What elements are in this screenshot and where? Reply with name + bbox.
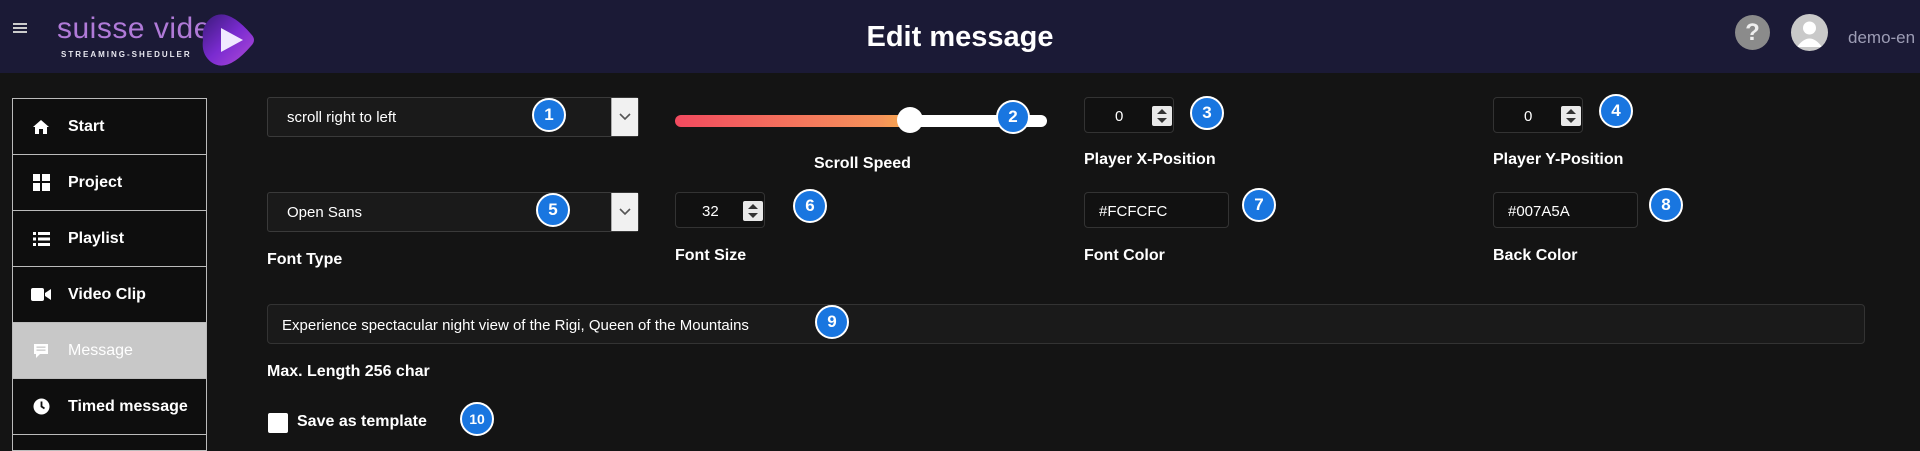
callout-badge-7: 7	[1242, 188, 1276, 222]
back-color-value: #007A5A	[1508, 203, 1570, 220]
scroll-mode-value: scroll right to left	[287, 109, 397, 126]
save-template-label[interactable]: Save as template	[297, 413, 427, 431]
user-name[interactable]: demo-en	[1848, 28, 1915, 48]
sidebar-item-label: Timed message	[68, 397, 188, 415]
font-type-value: Open Sans	[287, 204, 363, 221]
callout-badge-3: 3	[1190, 96, 1224, 130]
callout-badge-9: 9	[815, 305, 849, 339]
callout-badge-8: 8	[1649, 188, 1683, 222]
player-x-stepper-icon[interactable]	[1152, 106, 1172, 126]
help-button[interactable]: ?	[1735, 15, 1770, 50]
sidebar-item-start[interactable]: Start	[13, 99, 206, 155]
callout-badge-1: 1	[532, 98, 566, 132]
callout-badge-6: 6	[793, 189, 827, 223]
sidebar-item-label: Video Clip	[68, 285, 146, 303]
player-y-value: 0	[1524, 108, 1533, 125]
sidebar-item-message[interactable]: Message	[13, 323, 206, 379]
sidebar-item-project[interactable]: Project	[13, 155, 206, 211]
font-size-value: 32	[702, 203, 719, 220]
font-size-input[interactable]: 32	[675, 192, 765, 228]
callout-badge-5: 5	[536, 193, 570, 227]
back-color-input[interactable]: #007A5A	[1493, 192, 1638, 228]
callout-badge-4: 4	[1599, 94, 1633, 128]
back-color-label: Back Color	[1493, 247, 1578, 264]
font-color-label: Font Color	[1084, 247, 1165, 264]
page-title: Edit message	[866, 21, 1054, 53]
sidebar-item-label: Project	[68, 173, 123, 191]
chevron-down-icon[interactable]	[611, 193, 638, 231]
sidebar-item-timed-message[interactable]: Timed message	[13, 379, 206, 435]
max-length-hint: Max. Length 256 char	[267, 363, 430, 380]
message-text-value: Experience spectacular night view of the…	[282, 317, 749, 334]
grid-icon	[31, 173, 51, 193]
scroll-speed-label: Scroll Speed	[814, 155, 911, 172]
sidebar-item-label: Start	[68, 117, 105, 135]
sidebar-item-video-clip[interactable]: Video Clip	[13, 267, 206, 323]
user-avatar-icon[interactable]	[1791, 14, 1828, 51]
message-text-input[interactable]: Experience spectacular night view of the…	[267, 304, 1865, 344]
list-icon	[31, 229, 51, 249]
font-type-select[interactable]: Open Sans	[267, 192, 639, 232]
sidebar-item-label: Message	[68, 341, 133, 359]
sidebar: Start Project Playlist Video Clip Messag…	[12, 98, 207, 451]
sidebar-item-playlist[interactable]: Playlist	[13, 211, 206, 267]
font-size-stepper-icon[interactable]	[743, 201, 763, 221]
scroll-speed-slider-handle[interactable]	[897, 107, 923, 133]
callout-badge-10: 10	[460, 402, 494, 436]
player-x-input[interactable]: 0	[1084, 97, 1174, 133]
player-y-stepper-icon[interactable]	[1561, 106, 1581, 126]
player-x-value: 0	[1115, 108, 1124, 125]
player-y-input[interactable]: 0	[1493, 97, 1583, 133]
font-type-label: Font Type	[267, 251, 343, 268]
font-color-value: #FCFCFC	[1099, 203, 1168, 220]
message-icon	[31, 341, 51, 361]
font-size-label: Font Size	[675, 247, 747, 264]
top-bar: suisse video STREAMING-SHEDULER Edit mes…	[0, 0, 1920, 73]
home-icon	[31, 117, 51, 137]
scroll-mode-select[interactable]: scroll right to left	[267, 97, 639, 137]
video-camera-icon	[31, 285, 51, 305]
chevron-down-icon[interactable]	[611, 98, 638, 136]
scroll-speed-slider[interactable]	[675, 115, 1047, 127]
callout-badge-2: 2	[996, 100, 1030, 134]
player-x-label: Player X-Position	[1084, 151, 1216, 168]
save-template-checkbox[interactable]	[268, 413, 288, 433]
player-y-label: Player Y-Position	[1493, 151, 1624, 168]
sidebar-item-label: Playlist	[68, 229, 125, 247]
font-color-input[interactable]: #FCFCFC	[1084, 192, 1229, 228]
clock-icon	[31, 397, 51, 417]
